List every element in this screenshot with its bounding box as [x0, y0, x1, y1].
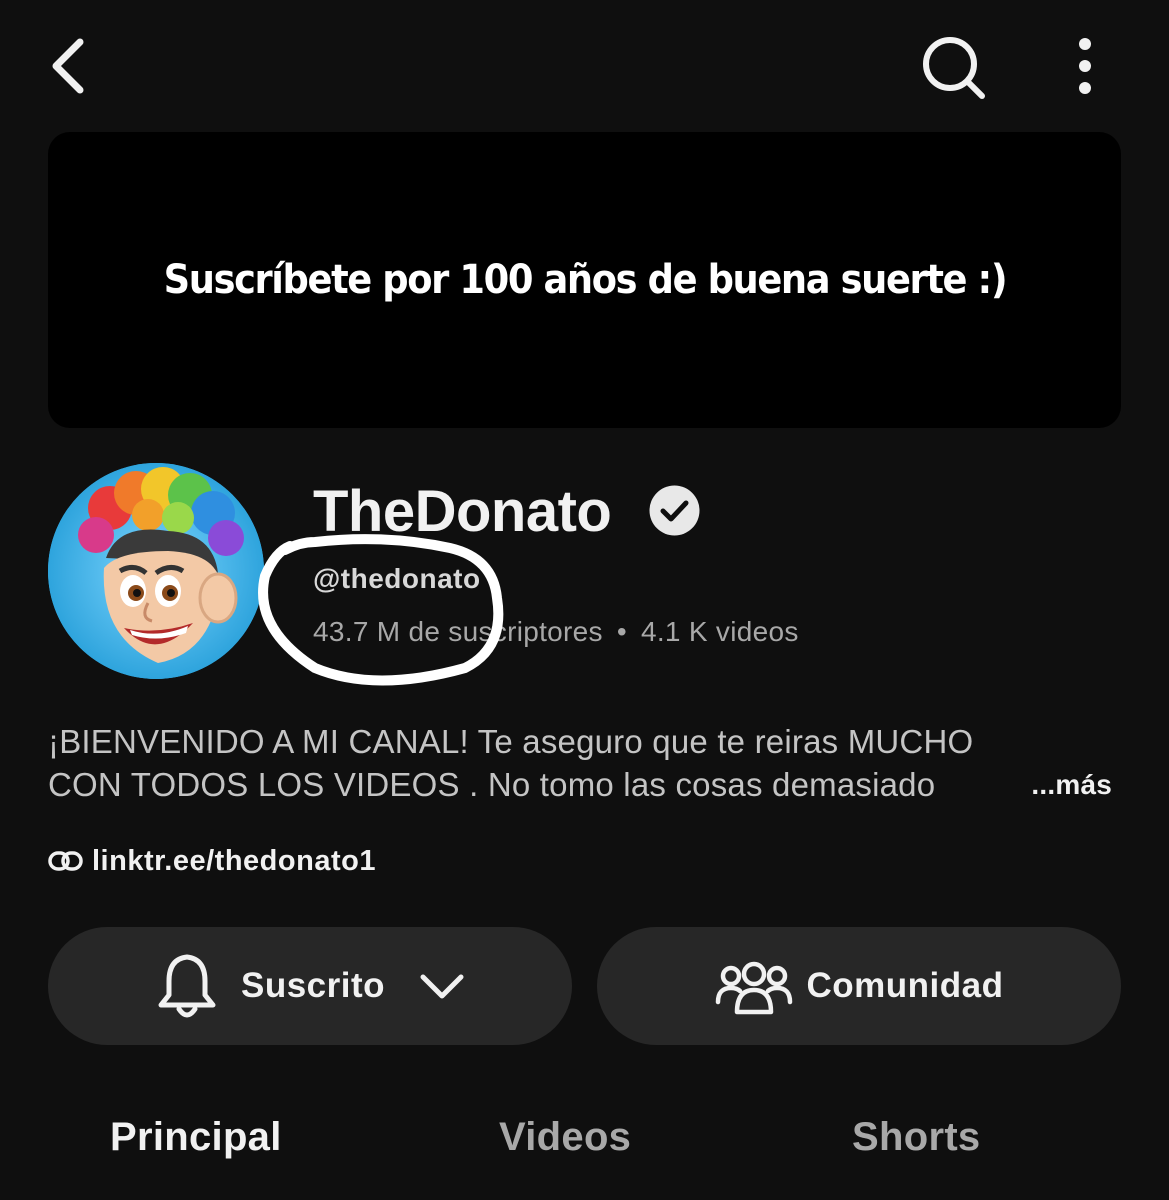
- description-line-2-text: CON TODOS LOS VIDEOS . No tomo las cosas…: [48, 766, 936, 803]
- more-options-button[interactable]: [1060, 30, 1110, 102]
- channel-banner: Suscríbete por 100 años de buena suerte …: [48, 132, 1121, 428]
- handwritten-circle-annotation: [258, 534, 504, 686]
- search-icon: [923, 37, 985, 99]
- community-button[interactable]: Comunidad: [597, 927, 1121, 1045]
- channel-name: TheDonato: [313, 479, 612, 544]
- avatar-image: [48, 463, 264, 679]
- tab-shorts[interactable]: Shorts: [852, 1115, 980, 1160]
- tab-videos[interactable]: Videos: [499, 1115, 631, 1160]
- link-text: linktr.ee/thedonato1: [92, 844, 376, 877]
- link-icon: [48, 851, 83, 871]
- chevron-down-icon: [420, 974, 464, 999]
- bell-icon: [158, 954, 216, 1018]
- people-icon: [715, 961, 792, 1015]
- tab-principal[interactable]: Principal: [110, 1115, 282, 1160]
- verified-check-icon: [649, 485, 700, 536]
- chevron-left-icon: [52, 38, 84, 94]
- subscribed-button[interactable]: Suscrito: [48, 927, 572, 1045]
- description-line-2: CON TODOS LOS VIDEOS . No tomo las cosas…: [48, 763, 1118, 806]
- more-vertical-icon: [1079, 38, 1091, 94]
- stats-separator: •: [616, 616, 627, 647]
- back-button[interactable]: [40, 30, 100, 102]
- search-button[interactable]: [914, 30, 994, 102]
- channel-description[interactable]: ¡BIENVENIDO A MI CANAL! Te aseguro que t…: [48, 720, 1118, 806]
- community-label: Comunidad: [806, 966, 1004, 1005]
- channel-stats: 43.7 M de suscriptores • 4.1 K videos: [313, 616, 799, 648]
- banner-text: Suscríbete por 100 años de buena suerte …: [163, 257, 1007, 303]
- video-count: 4.1 K videos: [640, 616, 799, 647]
- subscriber-count: 43.7 M de suscriptores: [313, 616, 603, 647]
- description-line-1: ¡BIENVENIDO A MI CANAL! Te aseguro que t…: [48, 723, 974, 760]
- channel-page: Suscríbete por 100 años de buena suerte …: [0, 0, 1169, 1200]
- avatar[interactable]: [48, 463, 264, 679]
- subscribed-label: Suscrito: [240, 966, 386, 1005]
- more-link[interactable]: ...más: [1027, 763, 1112, 806]
- channel-handle: @thedonato: [313, 563, 481, 594]
- channel-link[interactable]: linktr.ee/thedonato1: [48, 843, 376, 879]
